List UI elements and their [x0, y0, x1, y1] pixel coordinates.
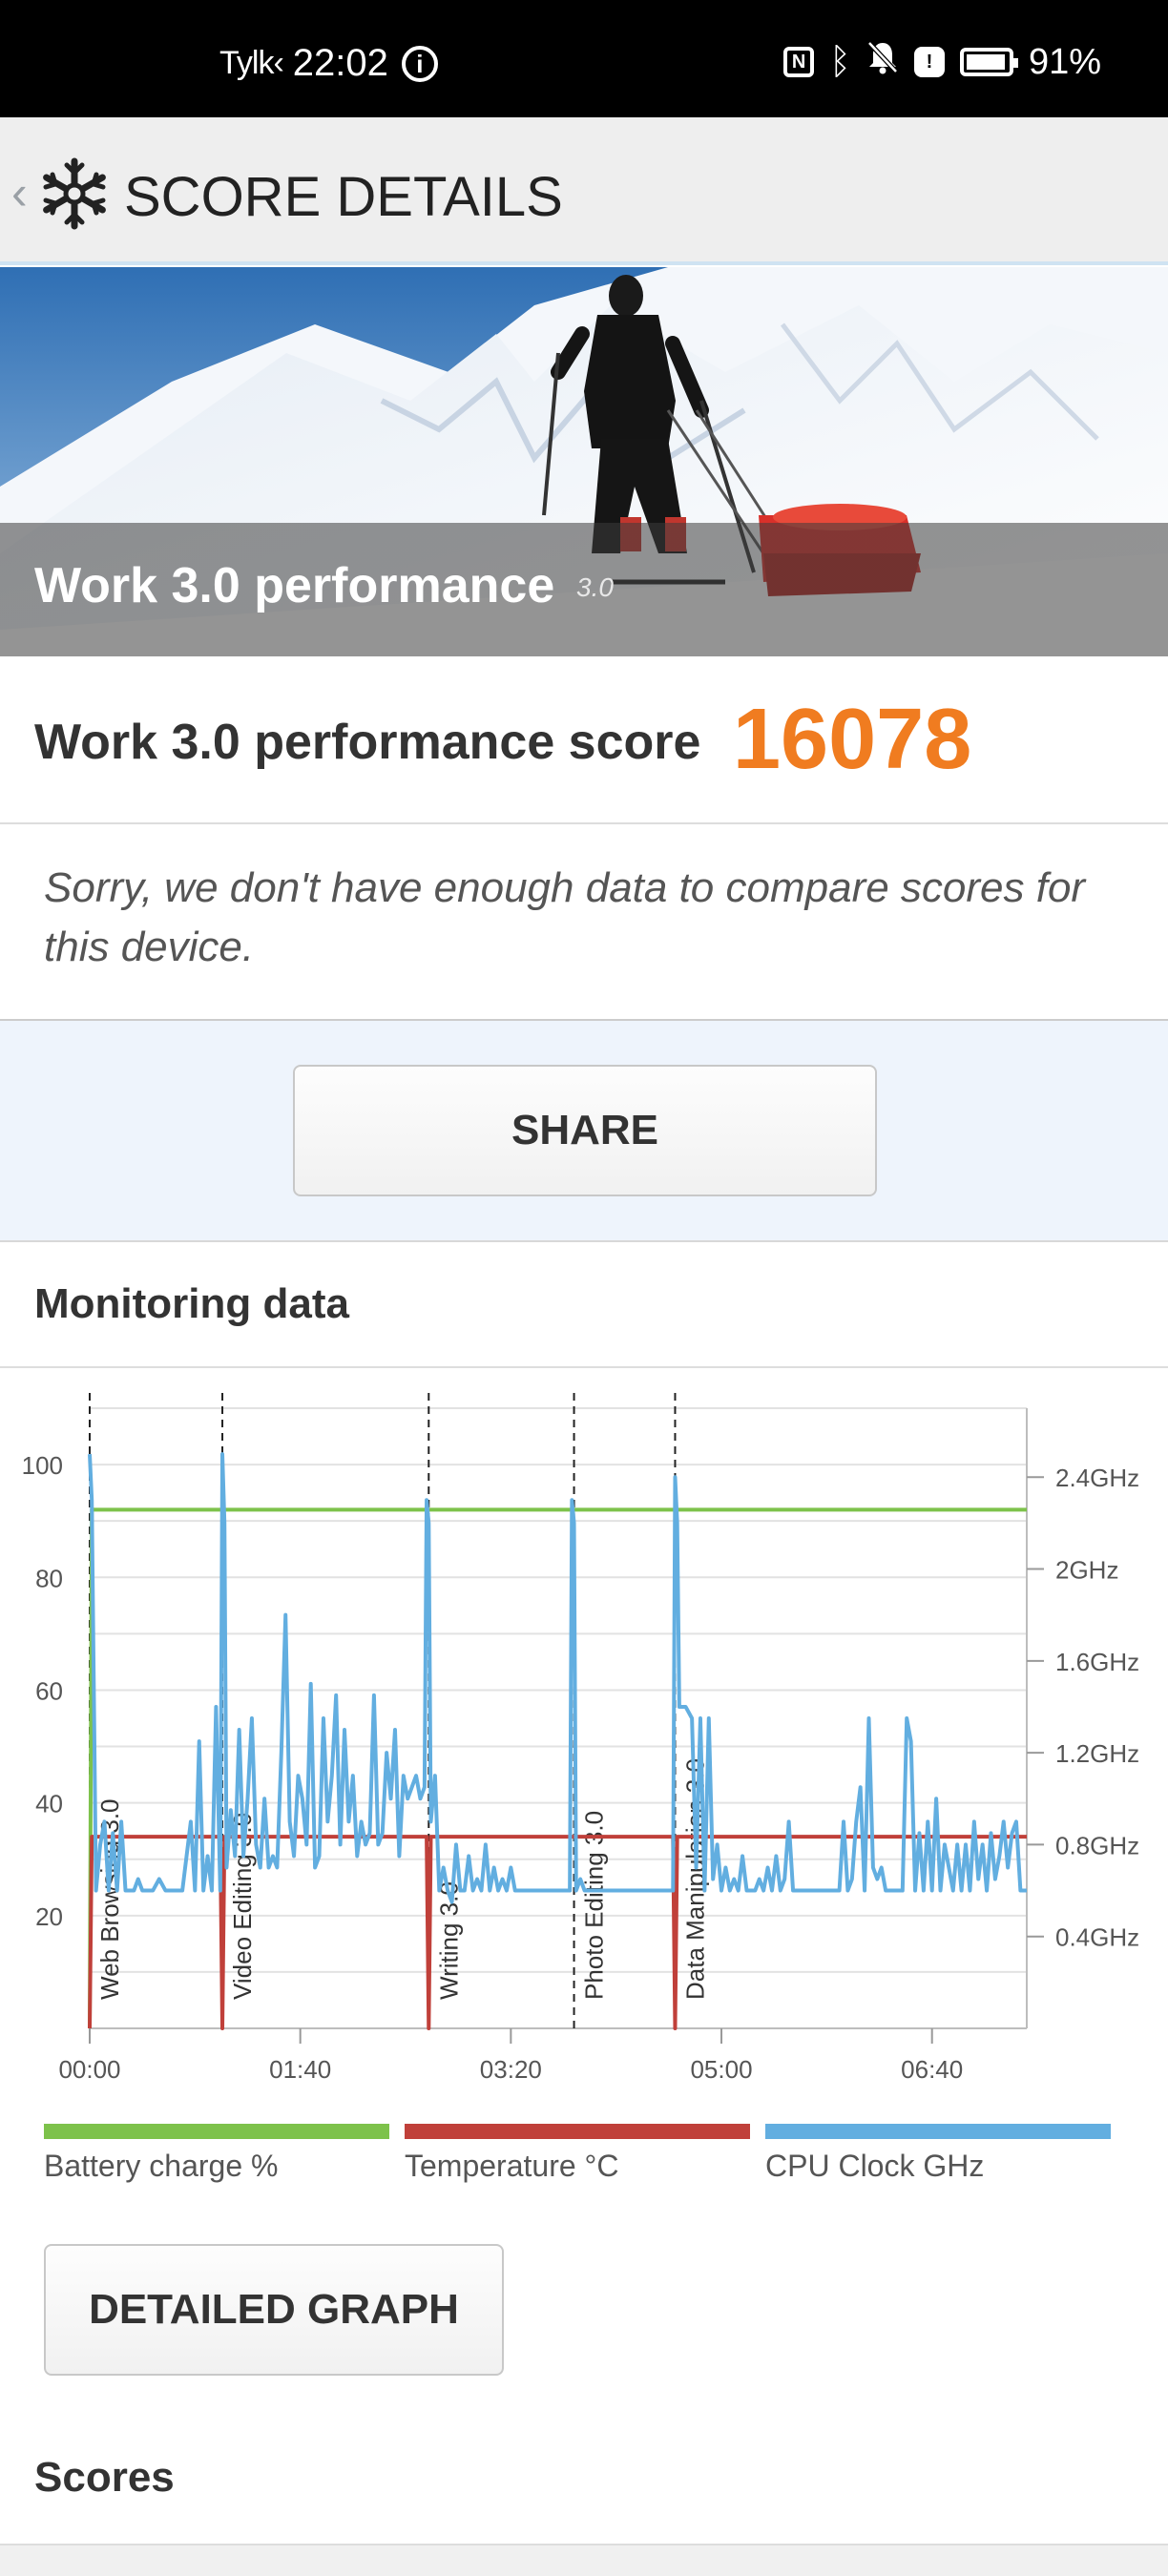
compare-message: Sorry, we don't have enough data to comp… [44, 864, 1086, 970]
bottom-strip [0, 2544, 1168, 2576]
status-left: Tylk‹ 22:02 i [219, 42, 438, 85]
x-tick-label: 00:00 [58, 2055, 120, 2080]
legend-temperature-swatch [405, 2124, 750, 2139]
monitoring-header: Monitoring data [0, 1242, 1168, 1368]
y-left-tick-label: 20 [35, 1902, 63, 1931]
alert-icon: ! [913, 47, 945, 77]
share-area: SHARE [0, 1021, 1168, 1240]
status-right: N ᛒ ! 91% [783, 40, 1101, 84]
carrier-label: Tylk‹ [219, 45, 284, 81]
hero-version: 3.0 [576, 572, 614, 602]
legend-battery-swatch [44, 2124, 389, 2139]
snowflake-icon [43, 157, 106, 230]
y-left-tick-label: 60 [35, 1676, 63, 1705]
battery-icon [959, 48, 1018, 76]
y-right-tick-label: 1.6GHz [1055, 1648, 1139, 1676]
legend-battery-label: Battery charge % [44, 2149, 279, 2183]
y-right-tick-label: 2.4GHz [1055, 1464, 1139, 1492]
chart-legend: Battery charge % Temperature °C CPU Cloc… [44, 2124, 1126, 2191]
y-left-tick-label: 100 [22, 1451, 63, 1480]
compare-card: Sorry, we don't have enough data to comp… [0, 824, 1168, 1021]
bluetooth-icon: ᛒ [829, 41, 851, 82]
clock: 22:02 [292, 42, 388, 84]
share-button[interactable]: SHARE [293, 1065, 877, 1196]
hero-title: Work 3.0 performance [34, 558, 555, 613]
section-label: Writing 3.0 [434, 1881, 463, 2000]
chevron-left-icon[interactable]: ‹ [11, 165, 28, 220]
app-bar: ‹ SCORE DETAILS [0, 117, 1168, 265]
y-right-tick-label: 0.8GHz [1055, 1831, 1139, 1859]
legend-cpu-label: CPU Clock GHz [765, 2149, 985, 2183]
x-tick-label: 01:40 [269, 2055, 331, 2080]
page-title: SCORE DETAILS [124, 166, 563, 228]
score-card: Work 3.0 performance score 16078 [0, 656, 1168, 824]
x-tick-label: 06:40 [901, 2055, 963, 2080]
status-bar: Tylk‹ 22:02 i N ᛒ ! 91% [0, 0, 1168, 117]
score-label: Work 3.0 performance score [34, 715, 701, 770]
bell-off-icon [866, 40, 899, 84]
y-left-tick-label: 80 [35, 1564, 63, 1592]
monitoring-chart: 100 80 60 40 20 2.4GHz 2GHz 1.6GHz 1.2GHz 0.8GHz 0… [22, 1393, 1139, 2080]
nfc-icon: N [783, 47, 815, 77]
scores-heading: Scores [34, 2454, 175, 2501]
info-icon: i [401, 45, 438, 82]
legend-cpu: CPU Clock GHz [765, 2124, 1111, 2184]
legend-temperature: Temperature °C [405, 2124, 750, 2184]
score-value: 16078 [733, 692, 972, 787]
x-tick-label: 03:20 [480, 2055, 542, 2080]
y-right-tick-label: 1.2GHz [1055, 1739, 1139, 1768]
monitoring-title: Monitoring data [34, 1280, 349, 1327]
detailed-graph-button[interactable]: DETAILED GRAPH [44, 2244, 504, 2376]
y-left-tick-label: 40 [35, 1790, 63, 1818]
legend-temperature-label: Temperature °C [405, 2149, 619, 2183]
y-right-tick-label: 0.4GHz [1055, 1923, 1139, 1952]
y-right-tick-label: 2GHz [1055, 1556, 1118, 1585]
section-label: Photo Editing 3.0 [580, 1811, 609, 2000]
battery-percent: 91% [1028, 41, 1101, 82]
x-tick-label: 05:00 [690, 2055, 752, 2080]
legend-cpu-swatch [765, 2124, 1111, 2139]
legend-battery: Battery charge % [44, 2124, 389, 2184]
